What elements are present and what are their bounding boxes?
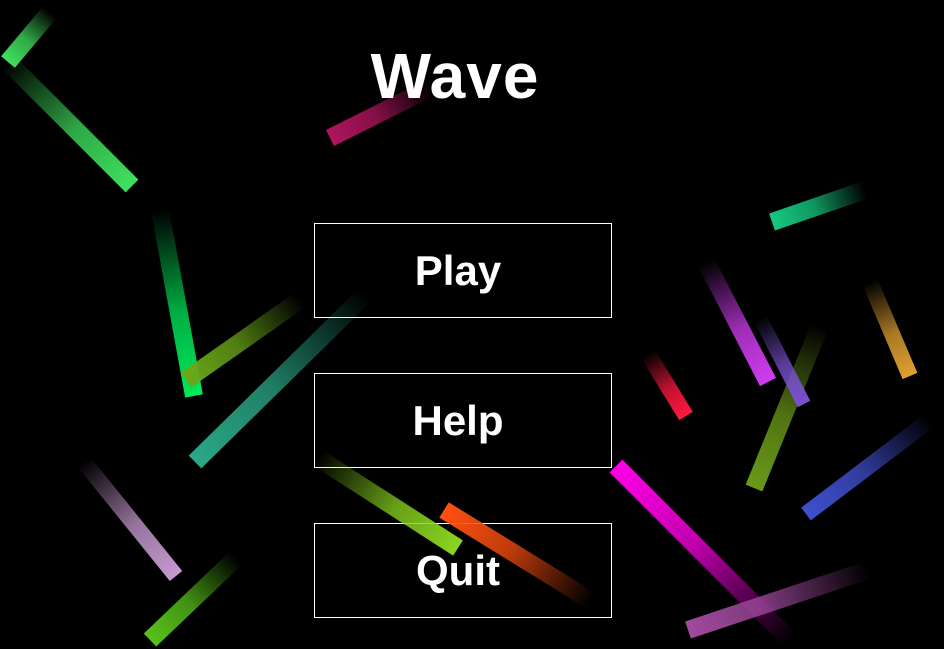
game-title: Wave xyxy=(370,40,540,112)
play-button[interactable]: Play xyxy=(314,223,612,318)
light-trail xyxy=(801,413,935,521)
light-trail xyxy=(745,322,829,492)
help-button[interactable]: Help xyxy=(314,373,612,468)
light-trail xyxy=(77,456,183,582)
light-trail xyxy=(769,181,868,231)
light-trail xyxy=(641,349,693,421)
light-trail xyxy=(862,278,918,380)
game-screen: Wave Play Help Quit xyxy=(0,0,944,649)
quit-button[interactable]: Quit xyxy=(314,523,612,618)
